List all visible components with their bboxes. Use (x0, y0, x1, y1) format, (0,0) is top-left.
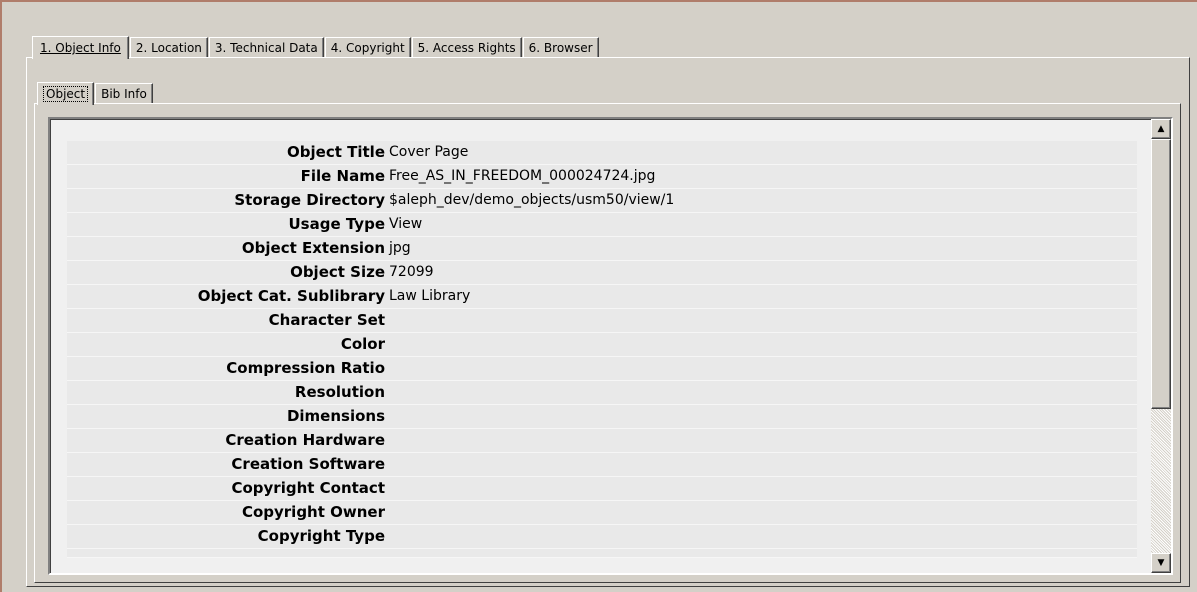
tab-label: 2. Location (135, 41, 202, 55)
object-panel: Object Title Cover Page File Name Free_AS_… (34, 103, 1181, 583)
field-label: Copyright Owner (241, 503, 385, 521)
main-tab-strip: 1. Object Info 2. Location 3. Technical … (32, 32, 600, 59)
field-row-copyright-owner: Copyright Owner (67, 501, 1137, 525)
field-value (387, 477, 1137, 500)
field-label: Creation Hardware (225, 431, 385, 449)
field-row-resolution: Resolution (67, 381, 1137, 405)
tab-label: 6. Browser (528, 41, 593, 55)
tab-label: Object (43, 86, 89, 102)
tab-label: 1. Object Info (40, 41, 121, 55)
field-row-compression-ratio: Compression Ratio (67, 357, 1137, 381)
field-value: Free_AS_IN_FREEDOM_000024724.jpg (389, 168, 656, 184)
field-row-file-name: File Name Free_AS_IN_FREEDOM_000024724.jp… (67, 165, 1137, 189)
scroll-thumb[interactable] (1151, 139, 1171, 409)
field-label: Object Title (287, 143, 385, 161)
tab-access-rights[interactable]: 5. Access Rights (411, 37, 522, 58)
field-value (387, 429, 1137, 452)
object-info-window: 1. Object Info 2. Location 3. Technical … (0, 0, 1197, 592)
field-row-partial (67, 549, 1137, 558)
object-info-panel: Object Bib Info Object Title Cover Page F… (26, 57, 1190, 587)
tab-browser[interactable]: 6. Browser (522, 37, 599, 58)
field-row-creation-software: Creation Software (67, 453, 1137, 477)
field-value: $aleph_dev/demo_objects/usm50/view/1 (389, 192, 675, 208)
arrow-down-icon: ▼ (1157, 558, 1165, 568)
field-label: Resolution (294, 383, 385, 401)
field-value (387, 501, 1137, 524)
field-row-object-cat-sublibrary: Object Cat. Sublibrary Law Library (67, 285, 1137, 309)
field-value (387, 525, 1137, 548)
field-label: Compression Ratio (226, 359, 385, 377)
field-row-creation-hardware: Creation Hardware (67, 429, 1137, 453)
field-row-object-extension: Object Extension jpg (67, 237, 1137, 261)
vertical-scrollbar[interactable]: ▲ ▼ (1151, 119, 1171, 573)
tab-label: 5. Access Rights (417, 41, 516, 55)
field-row-copyright-type: Copyright Type (67, 525, 1137, 549)
scroll-up-button[interactable]: ▲ (1151, 119, 1171, 139)
field-label: Object Size (290, 263, 385, 281)
field-value: Law Library (389, 288, 471, 304)
sub-tab-strip: Object Bib Info (37, 79, 154, 105)
tab-location[interactable]: 2. Location (129, 37, 208, 58)
field-value (387, 381, 1137, 404)
field-label: Usage Type (288, 215, 385, 233)
tab-technical-data[interactable]: 3. Technical Data (208, 37, 324, 58)
field-row-character-set: Character Set (67, 309, 1137, 333)
field-row-object-title: Object Title Cover Page (67, 141, 1137, 165)
tab-label: 4. Copyright (330, 41, 405, 55)
field-label: Character Set (268, 311, 385, 329)
field-value (387, 405, 1137, 428)
field-label: Object Cat. Sublibrary (197, 287, 385, 305)
field-value (387, 309, 1137, 332)
field-row-usage-type: Usage Type View (67, 213, 1137, 237)
field-row-copyright-contact: Copyright Contact (67, 477, 1137, 501)
tab-object[interactable]: Object (37, 82, 95, 105)
scroll-down-button[interactable]: ▼ (1151, 553, 1171, 573)
field-rows: Object Title Cover Page File Name Free_AS_… (67, 141, 1137, 558)
field-row-color: Color (67, 333, 1137, 357)
field-value: 72099 (389, 264, 434, 280)
field-value (387, 453, 1137, 476)
tab-copyright[interactable]: 4. Copyright (324, 37, 411, 58)
field-value: View (389, 216, 423, 232)
field-label: File Name (300, 167, 385, 185)
field-row-storage-directory: Storage Directory $aleph_dev/demo_objects… (67, 189, 1137, 213)
object-fields-list[interactable]: Object Title Cover Page File Name Free_AS_… (48, 117, 1173, 575)
field-row-object-size: Object Size 72099 (67, 261, 1137, 285)
tab-bib-info[interactable]: Bib Info (95, 83, 153, 104)
tab-object-info[interactable]: 1. Object Info (32, 36, 129, 59)
field-row-dimensions: Dimensions (67, 405, 1137, 429)
tab-label: 3. Technical Data (214, 41, 318, 55)
field-label: Creation Software (231, 455, 385, 473)
field-label: Copyright Type (257, 527, 385, 545)
field-label: Dimensions (286, 407, 385, 425)
field-value (387, 357, 1137, 380)
field-value: Cover Page (389, 144, 469, 160)
field-value: jpg (389, 240, 411, 256)
field-label: Copyright Contact (231, 479, 385, 497)
field-label: Color (340, 335, 385, 353)
field-label: Object Extension (241, 239, 385, 257)
tab-label: Bib Info (101, 87, 147, 101)
arrow-up-icon: ▲ (1157, 124, 1165, 134)
field-label: Storage Directory (234, 191, 385, 209)
field-value (387, 333, 1137, 356)
